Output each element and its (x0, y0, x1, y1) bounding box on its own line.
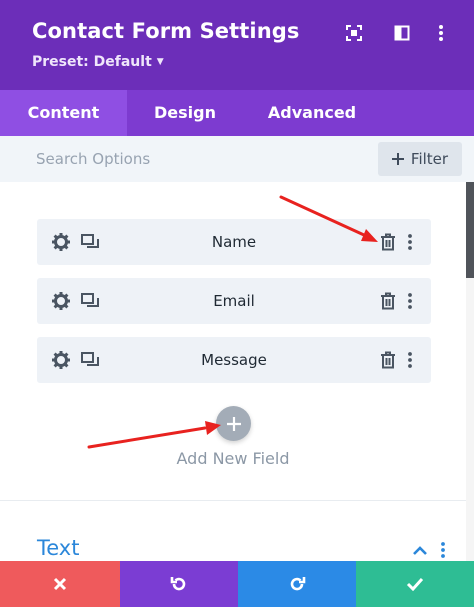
redo-icon (290, 577, 306, 591)
split-view-icon[interactable] (391, 22, 413, 44)
save-button[interactable] (356, 561, 474, 607)
field-label: Name (211, 233, 257, 251)
filter-button[interactable]: Filter (378, 142, 462, 176)
scrollbar-thumb[interactable] (466, 182, 474, 278)
chevron-up-icon[interactable] (412, 541, 428, 560)
field-item-message[interactable]: Message (37, 337, 431, 383)
more-vertical-icon[interactable] (440, 541, 446, 563)
close-icon (53, 577, 67, 591)
filter-label: Filter (410, 150, 449, 168)
add-field-button[interactable] (216, 406, 251, 441)
gear-icon[interactable] (51, 232, 71, 256)
section-title-text[interactable]: Text (37, 536, 79, 560)
undo-icon (170, 577, 186, 591)
field-label: Message (201, 351, 267, 369)
arrow-to-add-field-icon (87, 421, 221, 449)
add-field-label[interactable]: Add New Field (133, 449, 333, 468)
preset-dropdown[interactable]: Preset: Default ▼ (32, 54, 164, 70)
duplicate-icon[interactable] (80, 350, 100, 374)
tab-content[interactable]: Content (0, 90, 127, 136)
tab-bar: Content Design Advanced (0, 90, 474, 136)
field-item-email[interactable]: Email (37, 278, 431, 324)
trash-icon[interactable] (378, 350, 398, 374)
more-vertical-icon[interactable] (430, 22, 452, 44)
duplicate-icon[interactable] (80, 232, 100, 256)
check-icon (406, 577, 424, 591)
focus-icon[interactable] (343, 22, 365, 44)
search-input[interactable] (0, 136, 370, 182)
more-vertical-icon[interactable] (407, 291, 413, 315)
tab-design[interactable]: Design (143, 90, 227, 136)
search-bar: Filter (0, 136, 474, 182)
modal-title: Contact Form Settings (32, 19, 300, 43)
trash-icon[interactable] (378, 291, 398, 315)
gear-icon[interactable] (51, 291, 71, 315)
section-divider (0, 500, 466, 501)
plus-icon (391, 153, 404, 165)
undo-button[interactable] (120, 561, 238, 607)
trash-icon[interactable] (378, 232, 398, 256)
close-button[interactable] (0, 561, 120, 607)
field-item-name[interactable]: Name (37, 219, 431, 265)
plus-icon (226, 416, 241, 431)
settings-header: Contact Form Settings Preset: Default ▼ (0, 0, 474, 90)
duplicate-icon[interactable] (80, 291, 100, 315)
gear-icon[interactable] (51, 350, 71, 374)
more-vertical-icon[interactable] (407, 232, 413, 256)
preset-label: Preset: Default (32, 54, 152, 70)
caret-down-icon: ▼ (156, 57, 164, 67)
field-label: Email (213, 292, 255, 310)
redo-button[interactable] (238, 561, 356, 607)
tab-advanced[interactable]: Advanced (262, 90, 362, 136)
more-vertical-icon[interactable] (407, 350, 413, 374)
